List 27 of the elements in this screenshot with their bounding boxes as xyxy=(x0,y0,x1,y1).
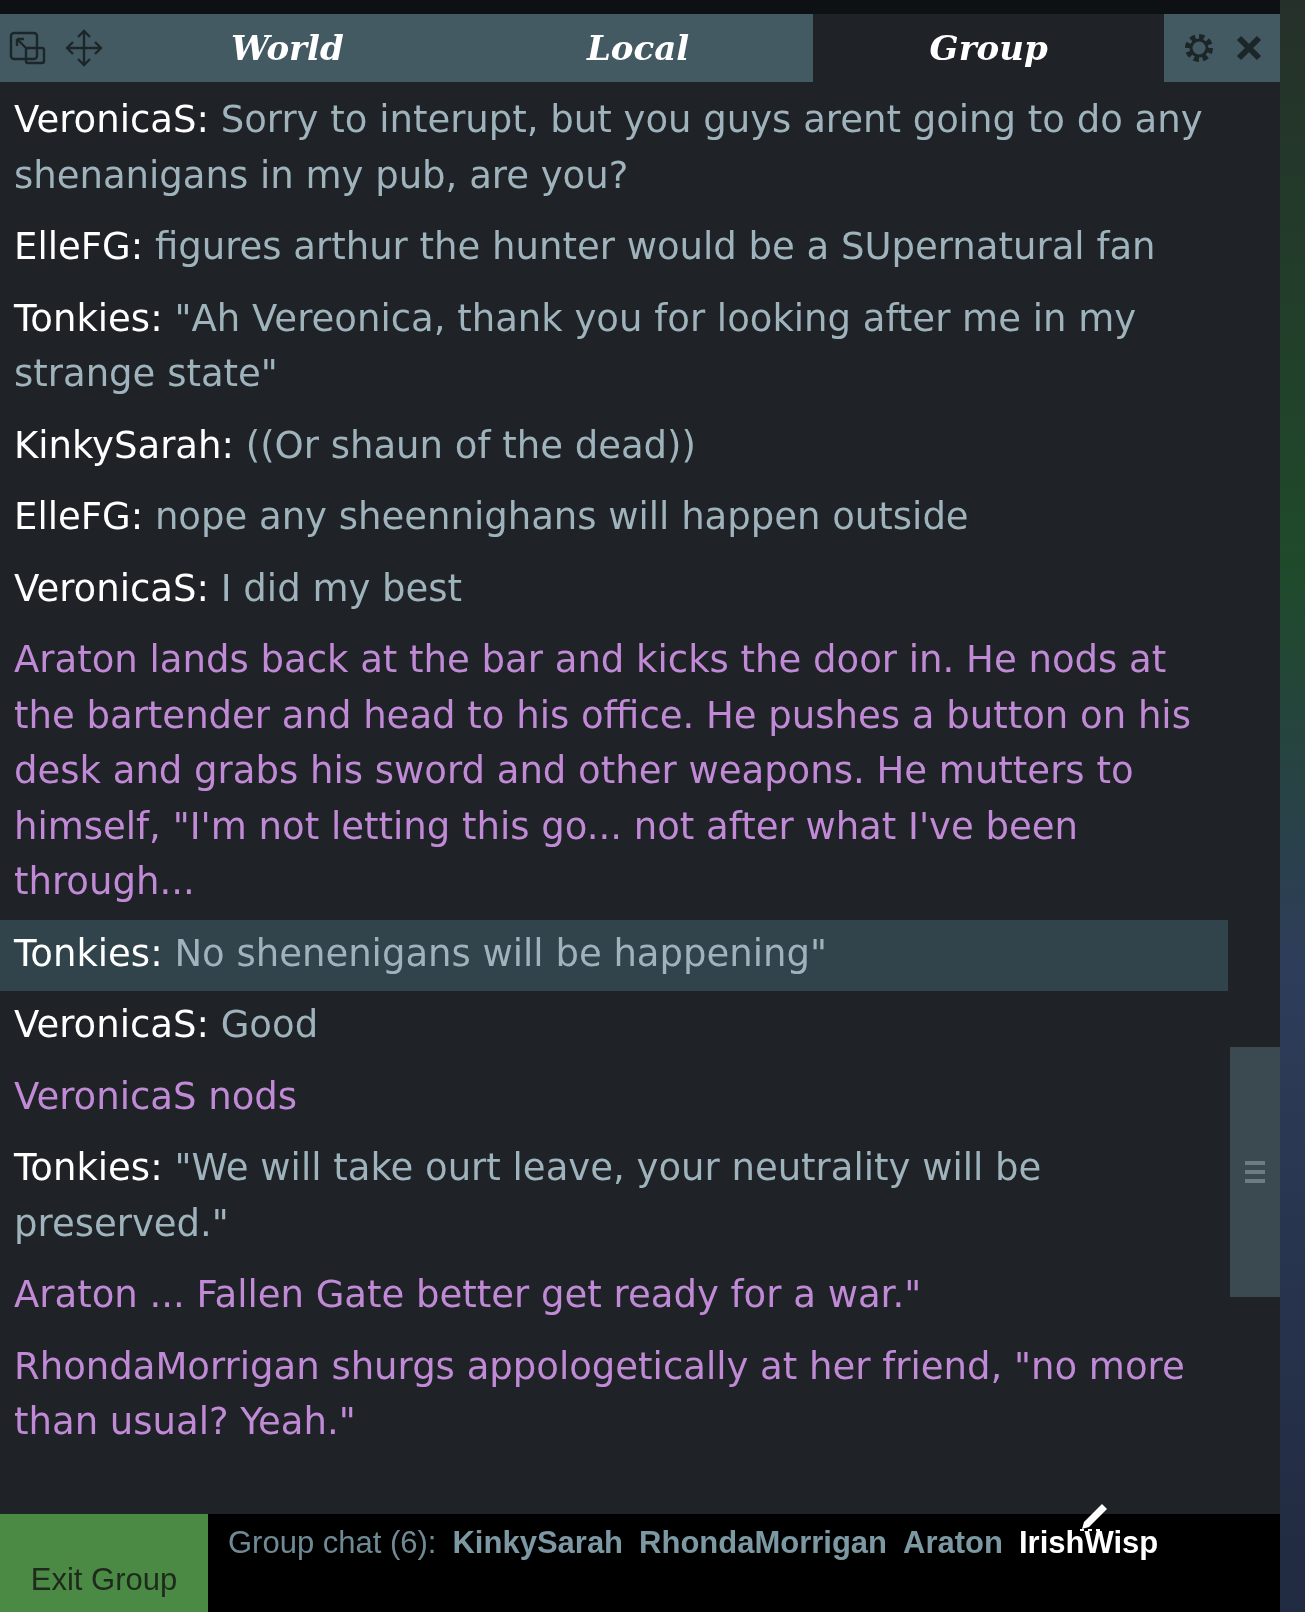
member-name[interactable]: IrishWisp xyxy=(1018,1525,1159,1560)
chat-message: Tonkies: No shenenigans will be happening" xyxy=(0,919,1228,991)
move-icon[interactable] xyxy=(64,28,104,68)
chat-message: ElleFG: figures arthur the hunter would be a SUpernatural fan xyxy=(13,224,1157,270)
chat-message: VeronicaS: Good xyxy=(13,1002,320,1048)
chat-tab[interactable]: Group xyxy=(813,14,1164,82)
chat-tab[interactable]: World xyxy=(112,14,463,82)
chat-message: Tonkies: "We will take ourt leave, your neutrality will be preserved." xyxy=(13,1145,1043,1247)
close-icon[interactable] xyxy=(1234,33,1264,63)
grip-icon[interactable] xyxy=(1245,1161,1265,1183)
chat-tab[interactable]: Local xyxy=(462,14,814,82)
exit-group-button[interactable]: Exit Group xyxy=(0,1514,208,1612)
member-name[interactable]: KinkySarah xyxy=(452,1520,624,1567)
emote-message: RhondaMorrigan shurgs appologetically at her friend, "no more than usual? Yeah." xyxy=(13,1343,1186,1445)
chat-message: KinkySarah: ((Or shaun of the dead)) xyxy=(13,422,697,469)
emote-message: Araton ... Fallen Gate better get ready for a war." xyxy=(13,1272,923,1318)
emote-message: Araton lands back at the bar and kicks the door in. He nods at the bartender and head to his office. He pushes a button on his desk and grabs his sword and other weapons. He mutters to himself, "I'm not letting this go... not after what I've been through... xyxy=(13,637,1192,905)
scrollbar[interactable] xyxy=(1230,1047,1280,1297)
chat-message: VeronicaS: Sorry to interupt, but you guys arent going to do any shenanigans in my pub, are you? xyxy=(13,97,1204,199)
member-name[interactable]: Araton xyxy=(903,1520,1003,1567)
chat-message: ElleFG: nope any sheennighans will happen outside xyxy=(13,494,970,540)
chat-message: VeronicaS: I did my best xyxy=(13,565,464,612)
emote-message: VeronicaS nods xyxy=(13,1073,299,1120)
pop-out-icon[interactable] xyxy=(8,30,48,66)
member-name[interactable]: RhondaMorrigan xyxy=(639,1520,888,1567)
chat-message: Tonkies: "Ah Vereonica, thank you for looking after me in my strange state" xyxy=(13,295,1138,397)
members-label: Group chat (6): xyxy=(228,1524,437,1562)
